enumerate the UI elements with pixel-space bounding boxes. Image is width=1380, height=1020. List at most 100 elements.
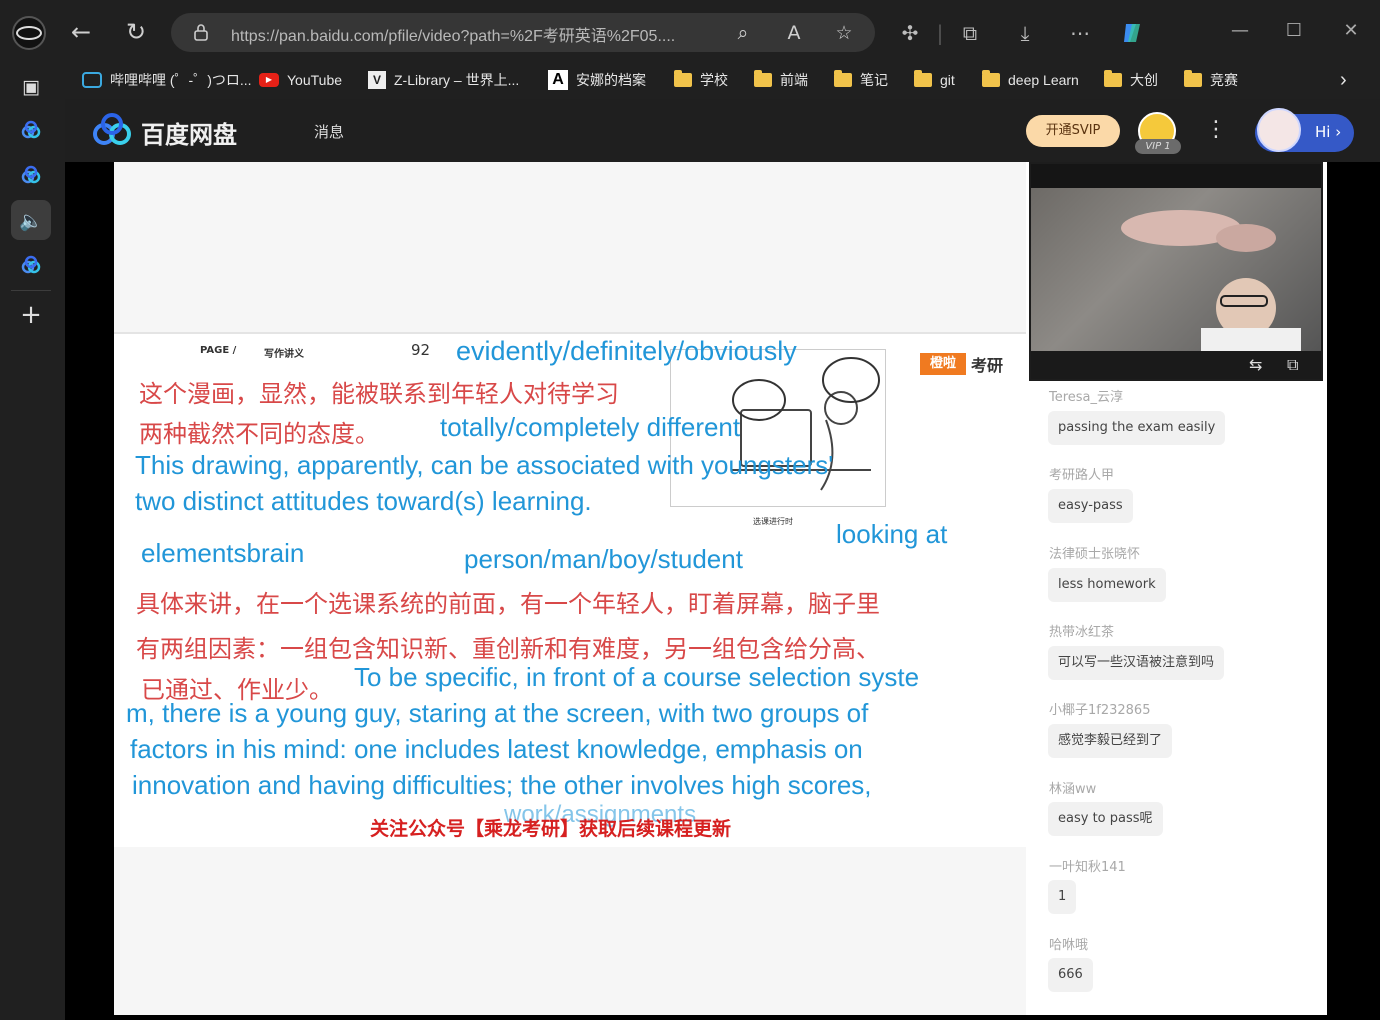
folder-icon <box>982 70 1000 87</box>
chat-username: 小椰子1f232865 <box>1049 703 1151 718</box>
bookmark-label: 大创 <box>1130 72 1158 88</box>
english-line: two distinct attitudes toward(s) learnin… <box>135 486 592 516</box>
tab-actions-icon[interactable]: ▣ <box>11 67 51 107</box>
minimize-icon[interactable]: — <box>1224 16 1256 46</box>
english-line: innovation and having difficulties; the … <box>132 770 872 800</box>
illustration-caption: 选课进行时 <box>753 517 793 526</box>
teacher-camera-feed[interactable]: ⇆ ⧉ <box>1029 162 1323 381</box>
annotation-line: elementsbrain <box>141 538 305 568</box>
brand-text: 考研 <box>971 356 1004 375</box>
bookmark-folder-contest[interactable]: 竞赛 <box>1184 66 1238 94</box>
assistant-avatar <box>1257 108 1301 152</box>
bookmark-label: deep Learn <box>1008 72 1079 88</box>
bookmark-zlibrary[interactable]: V Z-Library – 世界上... <box>368 66 519 94</box>
chat-message: easy-pass <box>1048 489 1133 523</box>
toolbar-divider: | <box>936 21 944 45</box>
bookmark-label: YouTube <box>287 72 343 88</box>
baidu-tab-icon[interactable] <box>11 245 51 285</box>
bookmarks-overflow-chevron-icon[interactable]: › <box>1340 66 1347 94</box>
bookmark-label: 竞赛 <box>1210 72 1238 88</box>
camera-video <box>1031 188 1321 358</box>
back-arrow-icon[interactable]: ← <box>66 18 96 48</box>
chat-message: easy to pass呢 <box>1048 802 1163 836</box>
vip-level-badge: VIP 1 <box>1135 139 1181 154</box>
open-svip-button[interactable]: 开通SVIP <box>1026 115 1120 147</box>
chat-username: 热带冰红茶 <box>1049 625 1115 640</box>
bookmark-label: 哔哩哔哩 (゜-゜)つロ... <box>110 72 252 88</box>
swap-view-icon[interactable]: ⇆ <box>1249 355 1262 374</box>
collections-icon[interactable]: ⧉ <box>955 18 985 48</box>
logo-text[interactable]: 百度网盘 <box>141 115 237 150</box>
folder-icon <box>834 70 852 87</box>
copilot-icon[interactable] <box>1118 18 1148 48</box>
english-line: m, there is a young guy, staring at the … <box>126 698 869 728</box>
baidu-netdisk-logo-icon[interactable] <box>91 113 133 147</box>
bookmark-youtube[interactable]: ▶ YouTube <box>259 66 342 94</box>
slide-section-label: 写作讲义 <box>264 349 304 360</box>
bookmark-bilibili[interactable]: 哔哩哔哩 (゜-゜)つロ... <box>82 66 252 94</box>
camera-top-bar <box>1031 164 1321 188</box>
bookmark-folder-school[interactable]: 学校 <box>674 66 728 94</box>
right-margin <box>1327 162 1380 1020</box>
chat-message: 感觉李毅已经到了 <box>1048 724 1173 758</box>
refresh-icon[interactable]: ↻ <box>121 18 151 48</box>
more-menu-icon[interactable]: ⋯ <box>1065 18 1095 48</box>
annotation-line: totally/completely different <box>440 412 741 442</box>
maximize-icon[interactable]: ☐ <box>1278 16 1310 46</box>
bookmark-label: 前端 <box>780 72 808 88</box>
browser-sidebar: ▣ 🔈 + <box>0 62 62 1020</box>
chat-username: 一叶知秋141 <box>1049 860 1126 875</box>
bookmark-folder-notes[interactable]: 笔记 <box>834 66 888 94</box>
browser-titlebar: ← ↻ https://pan.baidu.com/pfile/video?pa… <box>0 0 1380 62</box>
baidu-tab-icon[interactable] <box>11 155 51 195</box>
annotation-line: person/man/boy/student <box>464 544 743 574</box>
folder-icon <box>1184 70 1202 87</box>
folder-icon <box>1104 70 1122 87</box>
popout-icon[interactable]: ⧉ <box>1287 355 1298 375</box>
bookmark-folder-deeplearn[interactable]: deep Learn <box>982 66 1079 94</box>
chinese-line: 具体来讲，在一个选课系统的前面，有一个年轻人，盯着屏幕，脑子里 <box>136 591 880 618</box>
hi-assistant-button[interactable]: Hi › <box>1255 108 1354 152</box>
chat-username: 考研路人甲 <box>1049 468 1115 483</box>
bookmark-label: 学校 <box>700 72 728 88</box>
chat-username: 哈咻哦 <box>1049 938 1089 953</box>
add-tab-icon[interactable]: + <box>11 295 51 335</box>
zlibrary-icon: V <box>368 71 386 89</box>
url-text[interactable]: https://pan.baidu.com/pfile/video?path=%… <box>231 22 721 46</box>
chat-message: 1 <box>1048 880 1077 914</box>
chat-username: Teresa_云淳 <box>1049 390 1124 405</box>
bookmark-folder-frontend[interactable]: 前端 <box>754 66 808 94</box>
annotation-line: evidently/definitely/obviously <box>456 336 797 366</box>
bookmark-label: git <box>940 72 955 88</box>
bookmark-folder-dachuang[interactable]: 大创 <box>1104 66 1158 94</box>
baidu-header: 百度网盘 消息 开通SVIP VIP 1 ⋮ Hi › <box>65 99 1380 162</box>
folder-icon <box>754 70 772 87</box>
baidu-tab-icon[interactable] <box>11 110 51 150</box>
more-options-icon[interactable]: ⋮ <box>1205 117 1227 142</box>
bookmark-folder-git[interactable]: git <box>914 66 955 94</box>
hi-label: Hi › <box>1315 123 1342 141</box>
chat-message: 666 <box>1048 958 1093 992</box>
bookmark-label: Z-Library – 世界上... <box>394 72 520 88</box>
folder-icon <box>914 70 932 87</box>
chat-username: 林涵ww <box>1049 782 1097 797</box>
download-icon[interactable]: ⤓ <box>1010 18 1040 48</box>
favorite-star-icon[interactable]: ☆ <box>830 19 858 47</box>
close-icon[interactable]: ✕ <box>1335 16 1367 46</box>
sidebar-divider <box>11 290 51 291</box>
bookmark-annas-archive[interactable]: A 安娜的档案 <box>548 66 646 94</box>
messages-link[interactable]: 消息 <box>314 121 344 142</box>
annotation-line: looking at <box>836 519 948 549</box>
english-line: factors in his mind: one includes latest… <box>130 734 863 764</box>
address-bar[interactable]: https://pan.baidu.com/pfile/video?path=%… <box>171 13 875 52</box>
speaker-icon[interactable]: 🔈 <box>11 200 51 240</box>
profile-avatar[interactable] <box>12 16 46 50</box>
zoom-icon[interactable]: ⌕ <box>729 19 757 47</box>
extensions-icon[interactable]: ✣ <box>895 18 925 48</box>
camera-controls: ⇆ ⧉ <box>1031 351 1321 379</box>
bookmark-label: 笔记 <box>860 72 888 88</box>
chat-message: 可以写一些汉语被注意到吗 <box>1048 646 1225 680</box>
brand-badge: 橙啦 <box>920 353 966 375</box>
read-aloud-icon[interactable]: A <box>780 19 808 47</box>
lock-icon <box>194 24 208 41</box>
